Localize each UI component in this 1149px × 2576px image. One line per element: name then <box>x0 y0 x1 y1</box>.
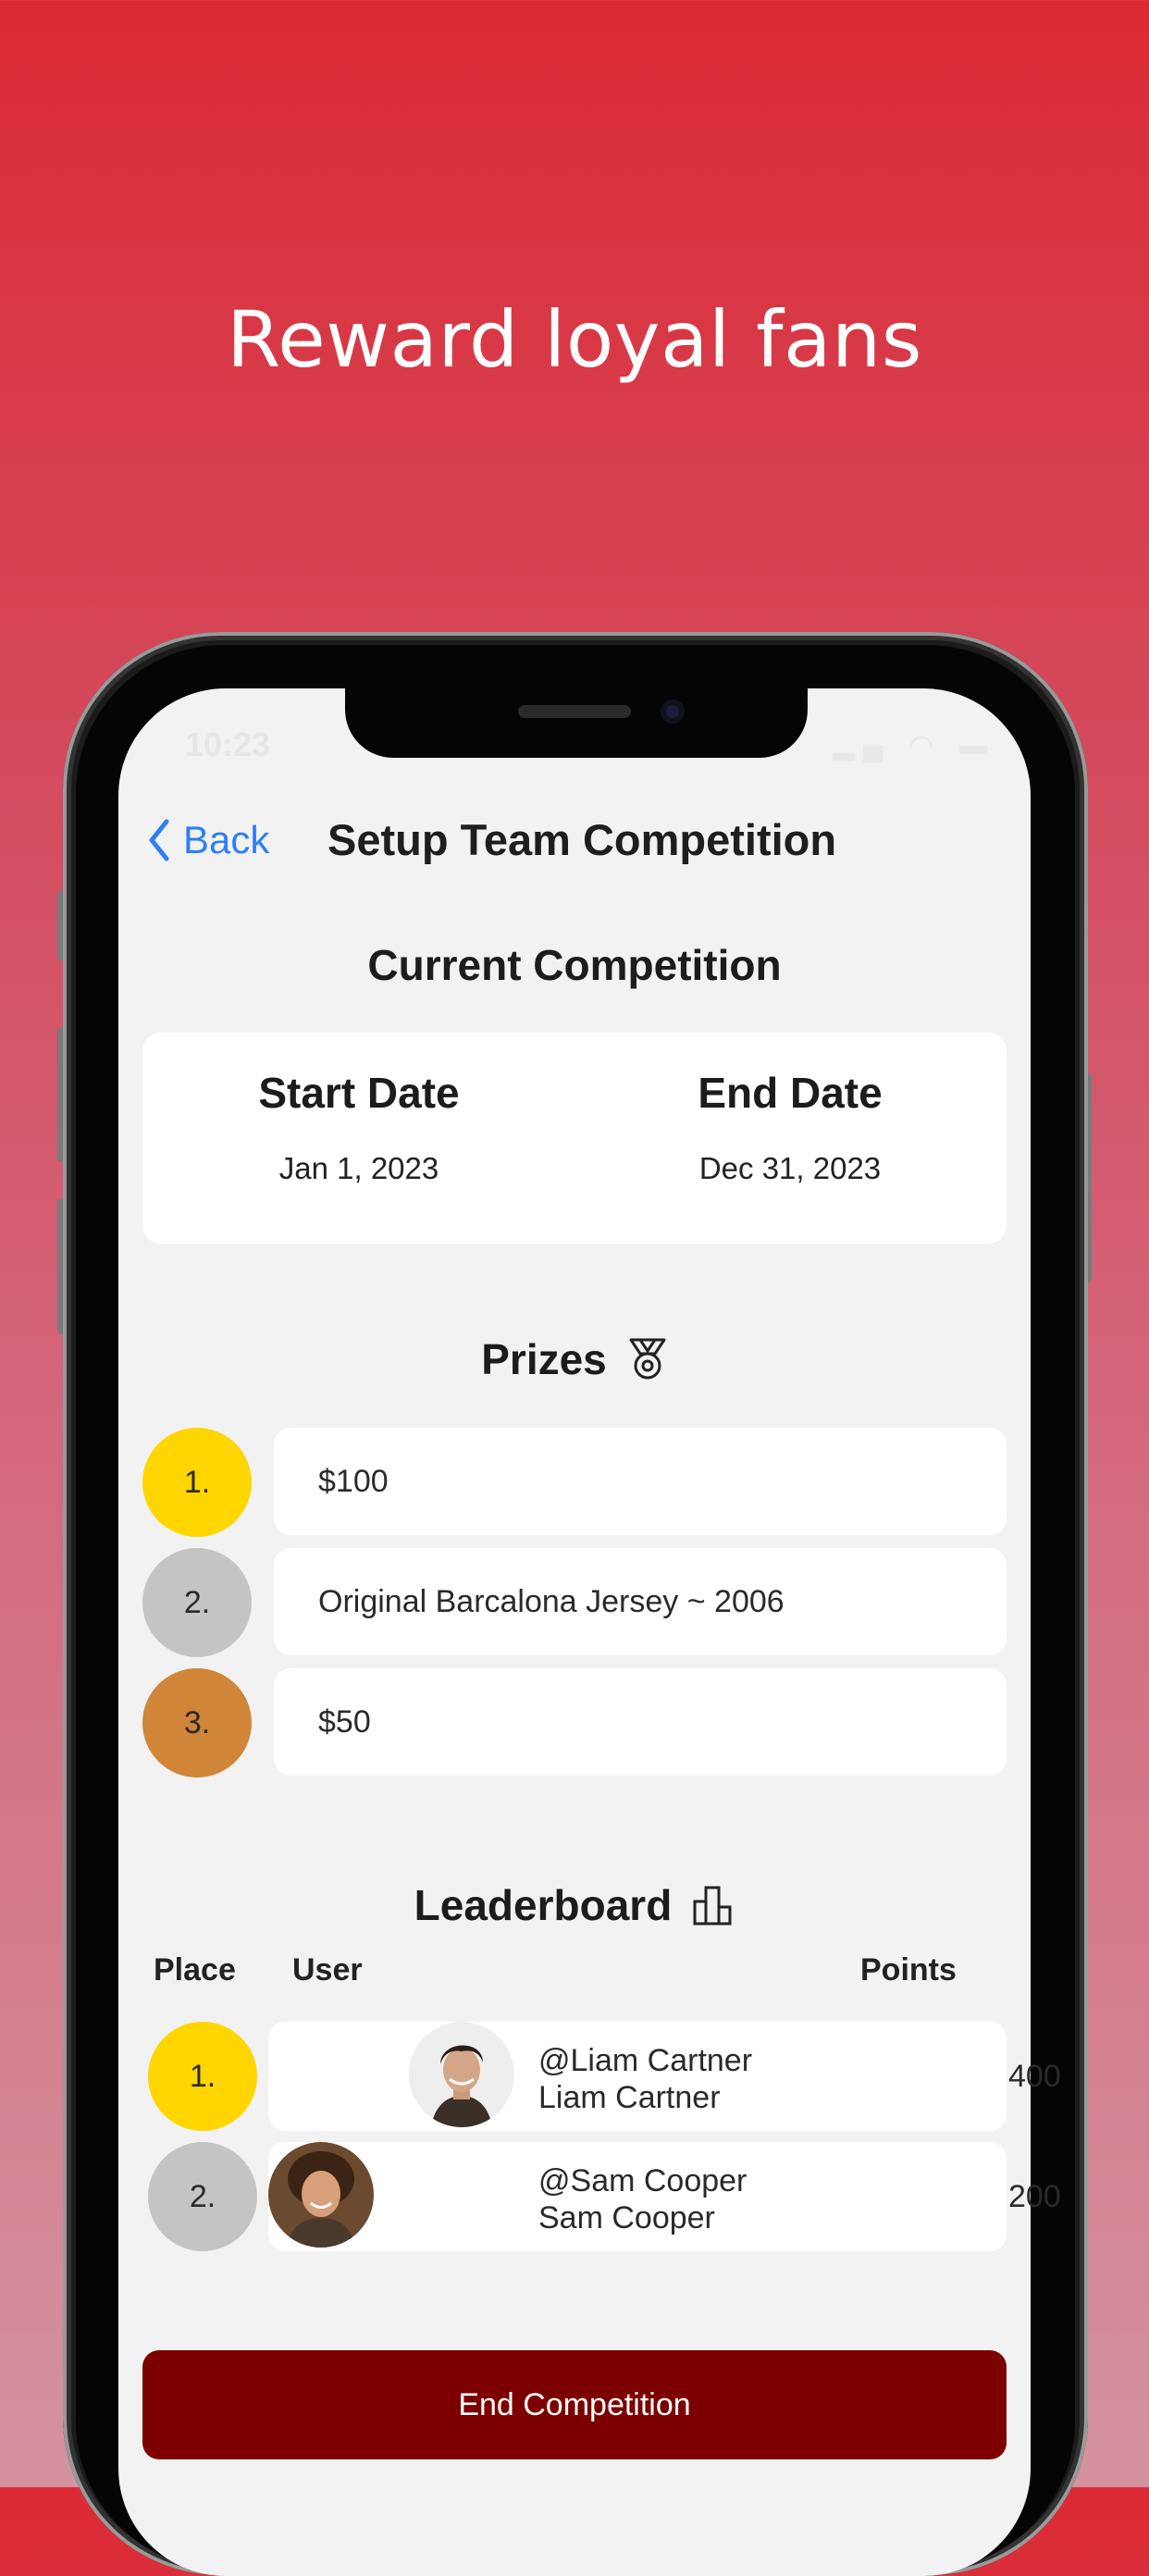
prize-place-badge-1: 1. <box>142 1428 252 1537</box>
wifi-icon: ◠ <box>908 730 943 761</box>
prize-field-2[interactable]: Original Barcalona Jersey ~ 2006 <box>274 1548 1007 1655</box>
column-header-points: Points <box>860 1952 957 1988</box>
prizes-header: Prizes <box>118 1334 1031 1384</box>
back-label: Back <box>183 818 270 861</box>
page-title: Setup Team Competition <box>327 815 837 864</box>
battery-icon: ▬ <box>959 730 997 761</box>
prize-field-3[interactable]: $50 <box>274 1668 1007 1776</box>
column-header-place: Place <box>154 1952 236 1988</box>
end-competition-button[interactable]: End Competition <box>142 2350 1007 2459</box>
chevron-left-icon <box>149 819 169 861</box>
leaderboard-header: Leaderboard <box>118 1880 1031 1930</box>
prize-row-1: 1. $100 <box>142 1428 1007 1537</box>
user-info-1: @Liam Cartner Liam Cartner <box>538 2042 752 2116</box>
speaker-grille <box>518 705 631 718</box>
leaderboard-entry-card-2: @Sam Cooper Sam Cooper 200 <box>268 2142 1061 2251</box>
signal-icon: ▂▄ <box>833 730 893 761</box>
leaderboard-place-badge-1: 1. <box>148 2022 257 2131</box>
user-handle: @Sam Cooper <box>538 2163 747 2198</box>
avatar <box>409 2022 514 2127</box>
leaderboard-row-1[interactable]: 1. @Liam Cartner Liam Cartner 400 <box>148 2022 1061 2131</box>
prize-row-2: 2. Original Barcalona Jersey ~ 2006 <box>142 1548 1007 1657</box>
end-date-label: End Date <box>698 1069 883 1117</box>
bar-chart-icon <box>693 1886 732 1926</box>
user-name: Sam Cooper <box>538 2200 715 2235</box>
back-button[interactable]: Back <box>146 818 269 862</box>
prizes-title: Prizes <box>481 1335 607 1383</box>
prize-place-badge-3: 3. <box>142 1668 252 1777</box>
end-date-value[interactable]: Dec 31, 2023 <box>651 1151 929 1186</box>
headline: Reward loyal fans <box>226 294 923 385</box>
date-card: Start Date Jan 1, 2023 End Date Dec 31, … <box>142 1033 1007 1244</box>
start-date-group: Start Date Jan 1, 2023 <box>220 1068 498 1186</box>
front-camera <box>661 700 685 724</box>
leaderboard-title: Leaderboard <box>414 1881 673 1929</box>
prize-row-3: 3. $50 <box>142 1668 1007 1777</box>
user-handle: @Liam Cartner <box>538 2043 753 2078</box>
status-icons: ▂▄ ◠ ▬ <box>833 729 996 762</box>
leaderboard-row-2[interactable]: 2. @Sam Cooper Sam Cooper 200 <box>148 2142 1061 2251</box>
start-date-label: Start Date <box>258 1069 460 1117</box>
column-header-user: User <box>292 1952 363 1988</box>
points-value-2: 200 <box>1008 2179 1061 2214</box>
prize-field-1[interactable]: $100 <box>274 1428 1007 1535</box>
notch <box>345 688 808 758</box>
status-time: 10:23 <box>185 725 271 763</box>
medal-icon <box>629 1338 666 1380</box>
user-name: Liam Cartner <box>538 2080 721 2115</box>
user-info-2: @Sam Cooper Sam Cooper <box>538 2162 747 2236</box>
points-value-1: 400 <box>1008 2059 1061 2094</box>
current-competition-title: Current Competition <box>367 941 782 989</box>
prize-place-badge-2: 2. <box>142 1548 252 1657</box>
start-date-value[interactable]: Jan 1, 2023 <box>220 1151 498 1186</box>
leaderboard-entry-card-1: @Liam Cartner Liam Cartner 400 <box>268 2022 1061 2131</box>
end-date-group: End Date Dec 31, 2023 <box>651 1068 929 1186</box>
leaderboard-place-badge-2: 2. <box>148 2142 257 2251</box>
avatar <box>268 2142 374 2248</box>
